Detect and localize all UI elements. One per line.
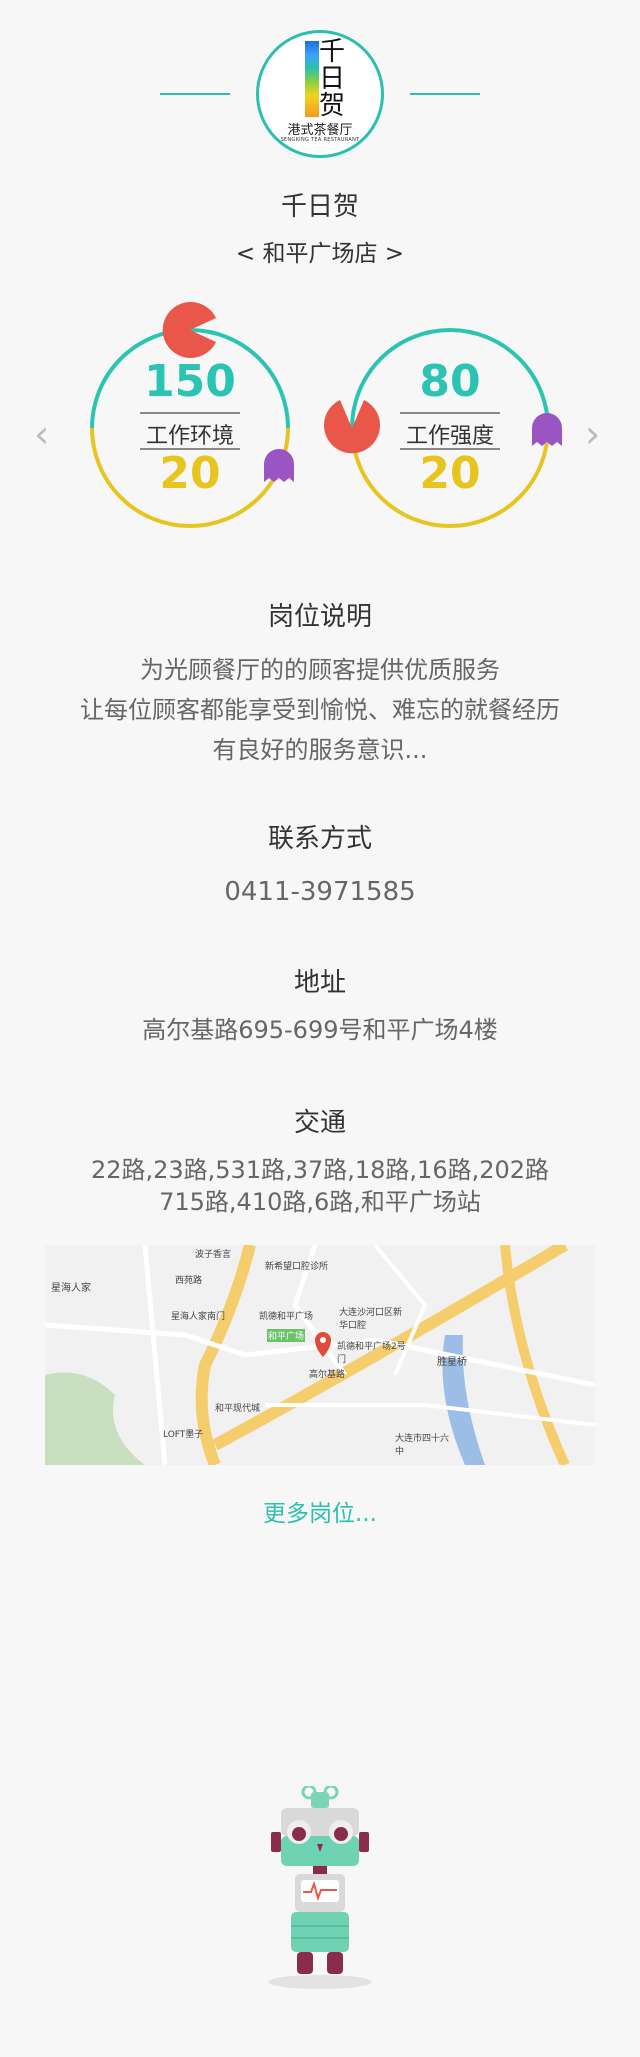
prev-arrow-icon[interactable]: ‹ (34, 412, 49, 456)
map-label: 星海人家南门 (171, 1312, 226, 1322)
gauge-bottom-value: 20 (419, 448, 481, 499)
job-description-line: 为光顾餐厅的的顾客提供优质服务 (140, 656, 500, 684)
contact-title: 联系方式 (267, 824, 372, 854)
logo-left-line (160, 93, 230, 95)
transport-line: 22路,23路,531路,37路,18路,16路,202路 (90, 1156, 550, 1184)
map-label: 大连沙河口区新华口腔 (339, 1308, 403, 1331)
gauge-work-environment[interactable]: 150 工作环境 20 (90, 302, 294, 528)
job-description-line: 有良好的服务意识... (212, 736, 428, 764)
more-jobs-link[interactable]: 更多岗位... (0, 1494, 640, 1528)
location-map[interactable]: 星海人家 新希望口腔诊所 凯德和平广场 星海人家南门 和平广场 大连沙河口区新华… (45, 1245, 595, 1465)
gauge-rule-top (140, 412, 240, 414)
gauge-top-value: 150 (144, 356, 236, 407)
restaurant-name: 千日贺 (280, 192, 359, 222)
map-label: LOFT墨子 (163, 1430, 204, 1440)
map-label: 凯德和平广场2号门 (337, 1342, 406, 1365)
phone-number[interactable]: 0411-3971585 (0, 872, 640, 912)
job-description-title: 岗位说明 (267, 602, 372, 632)
address-title: 地址 (293, 968, 346, 998)
map-label: 星海人家 (51, 1283, 91, 1294)
map-label: 和平现代城 (215, 1404, 261, 1414)
logo-subtitle: 港式茶餐厅 (287, 123, 353, 138)
logo-text: 千日贺 (318, 37, 345, 121)
gauge-rule-top (400, 412, 500, 414)
map-label: 高尔基路 (309, 1370, 346, 1380)
branch-selector[interactable]: < 和平广场店 > (0, 234, 640, 268)
map-label: 凯德和平广场 (259, 1312, 314, 1322)
map-graphic (45, 1245, 595, 1465)
pacman-icon (162, 302, 216, 358)
gauge-bottom-value: 20 (159, 448, 221, 499)
gauge-work-intensity[interactable]: 80 工作强度 20 (324, 328, 562, 528)
restaurant-logo: 千日贺 港式茶餐厅 SENGKING TEA RESTAURANT (256, 30, 384, 158)
transport-line: 715路,410路,6路,和平广场站 (159, 1188, 481, 1216)
job-description-line: 让每位顾客都能享受到愉悦、难忘的就餐经历 (80, 696, 560, 724)
gauge-label: 工作强度 (405, 424, 494, 449)
address-value: 高尔基路695-699号和平广场4楼 (142, 1016, 498, 1044)
map-label: 胜星桥 (437, 1357, 467, 1368)
next-arrow-icon[interactable]: › (585, 412, 600, 456)
map-label: 和平广场 (268, 1332, 305, 1342)
map-label: 西苑路 (175, 1276, 203, 1286)
ghost-icon (532, 413, 562, 446)
map-label: 波子香言 (195, 1250, 232, 1260)
transport-title: 交通 (293, 1108, 346, 1138)
logo-english: SENGKING TEA RESTAURANT (280, 137, 360, 143)
map-label: 大连市四十六中 (395, 1434, 450, 1457)
logo-right-line (410, 93, 480, 95)
gauge-label: 工作环境 (145, 424, 234, 449)
gauge-top-value: 80 (419, 356, 481, 407)
robot-mascot-icon (268, 1786, 372, 1989)
map-label: 新希望口腔诊所 (265, 1262, 329, 1272)
